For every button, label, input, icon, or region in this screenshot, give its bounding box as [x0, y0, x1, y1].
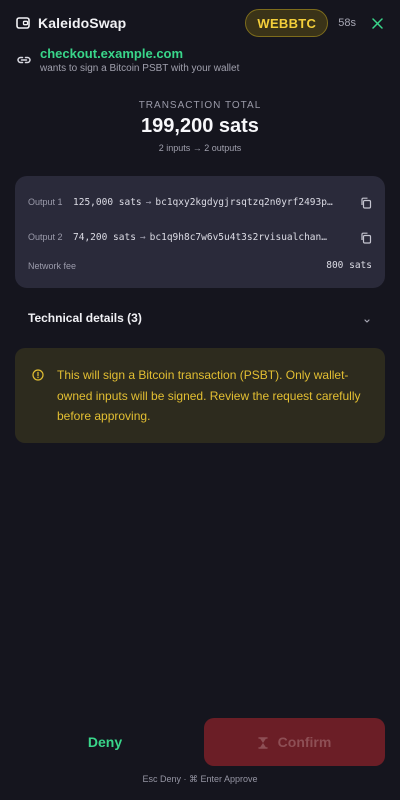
output-row: Output 1 125,000 sats → bc1qxy2kgdygjrsq… [28, 193, 372, 211]
copy-icon[interactable] [360, 196, 372, 209]
network-fee-value: 800 sats [326, 260, 372, 271]
transaction-total: TRANSACTION TOTAL 199,200 sats 2 inputs … [0, 100, 400, 153]
arrow-right-icon: → [145, 196, 152, 208]
output-amount: 125,000 sats [73, 196, 142, 208]
wallet-icon [16, 16, 30, 30]
transaction-total-amount: 199,200 sats [141, 115, 259, 137]
countdown-timer: 58s [338, 17, 356, 29]
outputs-card: Output 1 125,000 sats → bc1qxy2kgdygjrsq… [15, 176, 385, 288]
warning-banner: This will sign a Bitcoin transaction (PS… [15, 348, 385, 443]
header: KaleidoSwap WEBBTC 58s [0, 0, 400, 46]
info-icon [32, 368, 44, 381]
technical-details-toggle[interactable]: Technical details (3) [15, 302, 385, 334]
network-fee-row: Network fee 800 sats [28, 260, 372, 271]
output-address: bc1qxy2kgdygjrsqtzq2n0yrf2493p… [155, 196, 333, 208]
output-amount: 74,200 sats [73, 231, 136, 243]
network-fee-label: Network fee [28, 260, 77, 271]
warning-text: This will sign a Bitcoin transaction (PS… [57, 368, 361, 423]
request-origin: checkout.example.com wants to sign a Bit… [16, 46, 384, 76]
confirm-button[interactable]: Confirm [204, 718, 385, 766]
hourglass-icon [257, 736, 268, 749]
origin-description: wants to sign a Bitcoin PSBT with your w… [40, 63, 240, 74]
arrow-right-icon: → [139, 231, 146, 243]
transaction-total-label: TRANSACTION TOTAL [138, 100, 262, 111]
output-label: Output 2 [28, 232, 63, 242]
deny-button[interactable]: Deny [15, 718, 195, 766]
link-icon [16, 52, 32, 68]
technical-details-label: Technical details (3) [28, 311, 142, 325]
chevron-down-icon [362, 313, 372, 323]
inputs-outputs-summary: 2 inputs → 2 outputs [158, 143, 242, 153]
output-row: Output 2 74,200 sats → bc1q9h8c7w6v5u4t3… [28, 228, 372, 246]
output-address: bc1q9h8c7w6v5u4t3s2rvisualchan… [149, 231, 327, 243]
confirm-label: Confirm [277, 734, 332, 750]
origin-domain: checkout.example.com [40, 46, 184, 61]
keyboard-shortcuts-hint: Esc Deny · ⌘ Enter Approve [142, 774, 258, 784]
copy-icon[interactable] [360, 231, 372, 244]
network-badge: WEBBTC [245, 9, 329, 37]
signing-popup: KaleidoSwap WEBBTC 58s checkout.example.… [0, 0, 400, 800]
app-title: KaleidoSwap [38, 15, 127, 31]
close-icon[interactable] [370, 16, 384, 30]
output-label: Output 1 [28, 197, 63, 207]
